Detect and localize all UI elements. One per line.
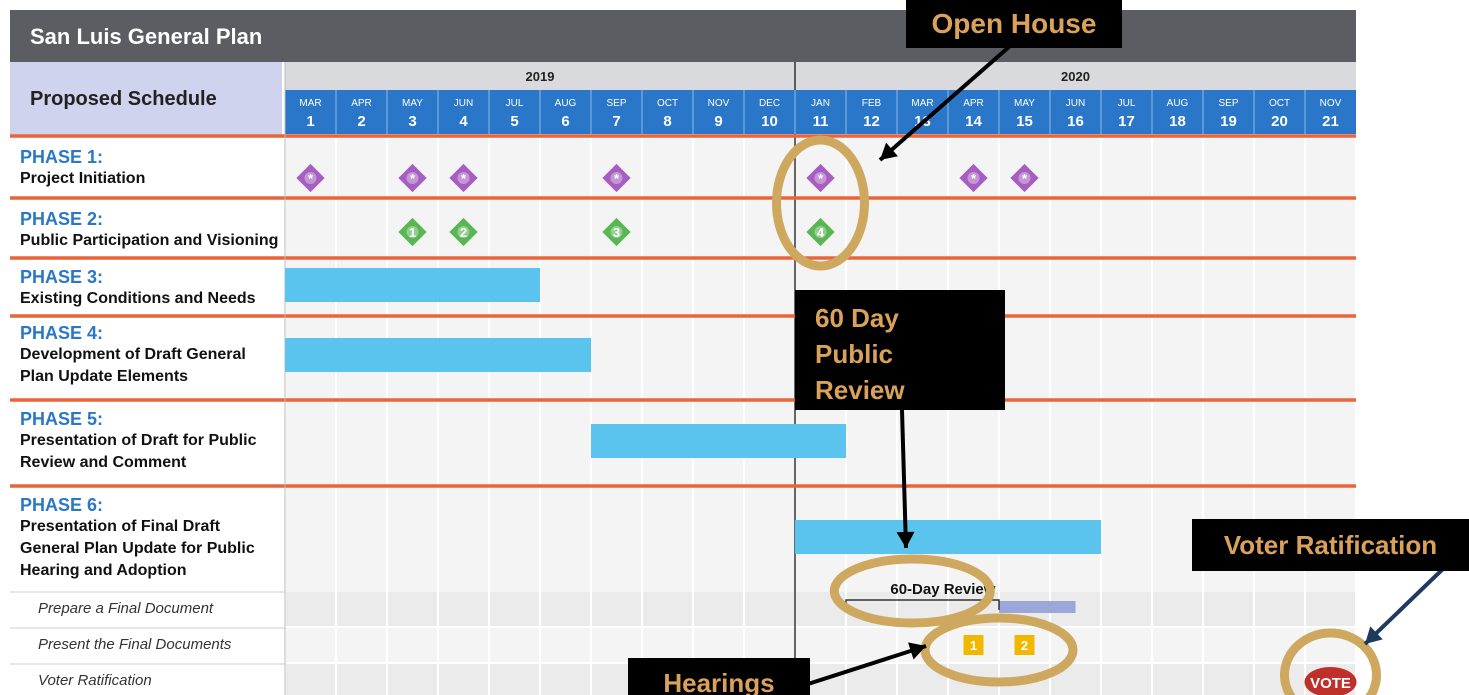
- month-number: 9: [714, 113, 722, 130]
- hearings-callout: Hearings: [628, 658, 810, 695]
- month-number: 16: [1067, 113, 1084, 130]
- gantt-bar-phase-6: [795, 520, 1101, 554]
- month-label: JUN: [1066, 98, 1085, 109]
- year-label-2020: 2020: [1061, 69, 1090, 84]
- month-number: 2: [357, 113, 365, 130]
- month-number: 3: [408, 113, 416, 130]
- milestone-label: 3: [613, 225, 620, 240]
- month-number: 11: [813, 113, 829, 130]
- month-label: MAR: [299, 98, 321, 109]
- month-number: 19: [1220, 113, 1237, 130]
- month-label: AUG: [1167, 98, 1189, 109]
- month-label: NOV: [708, 98, 730, 109]
- month-label: SEP: [1218, 98, 1238, 109]
- month-number: 7: [612, 113, 620, 130]
- month-label: JUL: [506, 98, 524, 109]
- month-number: 10: [761, 113, 778, 130]
- month-number: 4: [459, 113, 468, 130]
- month-label: JAN: [811, 98, 830, 109]
- hearing-marker-label: 2: [1021, 638, 1028, 653]
- month-label: SEP: [606, 98, 626, 109]
- month-number: 6: [561, 113, 569, 130]
- vote-badge-label: VOTE: [1310, 675, 1351, 692]
- month-number: 15: [1016, 113, 1033, 130]
- hearing-marker-label: 1: [970, 638, 977, 653]
- public-review-line3: Review: [815, 375, 905, 405]
- hearings-text: Hearings: [663, 668, 775, 695]
- month-number: 18: [1169, 113, 1186, 130]
- public-review-line2: Public: [815, 339, 894, 369]
- month-label: MAY: [402, 98, 423, 109]
- month-number: 5: [510, 113, 518, 130]
- row-subtask-2: [285, 628, 1356, 662]
- month-label: JUN: [454, 98, 473, 109]
- row-subtask-1: [285, 592, 1356, 626]
- voter-ratification-arrow: [1363, 564, 1448, 646]
- month-label: MAR: [911, 98, 933, 109]
- year-label-2019: 2019: [526, 69, 555, 84]
- review-label: 60-Day Review: [890, 581, 995, 598]
- month-label: DEC: [759, 98, 780, 109]
- voter-ratification-callout: Voter Ratification: [1192, 519, 1469, 571]
- month-number: 21: [1322, 113, 1339, 130]
- schedule-chart: 2019 2020MAR1APR2MAY3JUN4JUL5AUG6SEP7OCT8…: [10, 44, 1448, 695]
- gantt-bar-phase-3: [285, 268, 540, 302]
- month-label: FEB: [862, 98, 882, 109]
- row-header-years: [285, 62, 1356, 90]
- month-number: 1: [306, 113, 314, 130]
- public-review-line1: 60 Day: [815, 303, 899, 333]
- open-house-text: Open House: [931, 8, 1097, 39]
- voter-ratification-text: Voter Ratification: [1223, 530, 1438, 560]
- arrow-shaft: [1363, 564, 1448, 646]
- public-review-callout: 60 Day Public Review: [795, 290, 1005, 410]
- milestone-label: 4: [817, 225, 825, 240]
- gantt-bar-prepare-a-final-document: [999, 601, 1076, 613]
- month-label: APR: [963, 98, 984, 109]
- month-label: APR: [351, 98, 372, 109]
- month-number: 20: [1271, 113, 1288, 130]
- open-house-callout: Open House: [906, 0, 1122, 48]
- month-number: 14: [965, 113, 982, 130]
- month-number: 17: [1118, 113, 1135, 130]
- month-label: OCT: [657, 98, 678, 109]
- milestone-label: 2: [460, 225, 467, 240]
- month-label: NOV: [1320, 98, 1342, 109]
- month-label: AUG: [555, 98, 577, 109]
- gantt-bar-phase-4: [285, 338, 591, 372]
- milestone-label: 1: [409, 225, 416, 240]
- gantt-bar-phase-5: [591, 424, 846, 458]
- month-number: 8: [663, 113, 671, 130]
- month-label: OCT: [1269, 98, 1290, 109]
- month-label: MAY: [1014, 98, 1035, 109]
- month-label: JUL: [1118, 98, 1136, 109]
- month-number: 12: [863, 113, 880, 130]
